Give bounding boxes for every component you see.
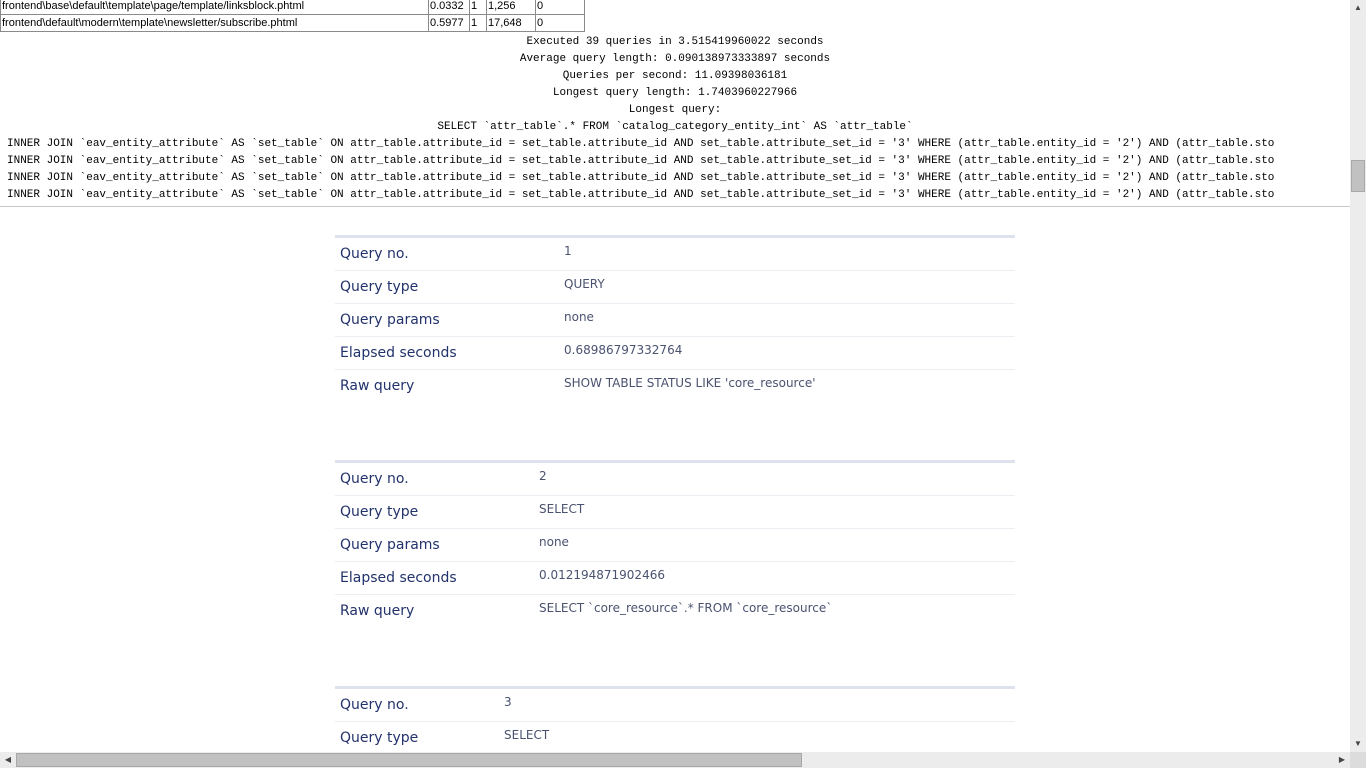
query-no-value: 1 [564,244,572,258]
template-profiler-table: frontend\base\default\template\page/temp… [0,0,585,32]
raw-query-row: Raw query SELECT `core_resource`.* FROM … [335,595,1015,627]
scrollbar-corner [1350,752,1366,768]
query-type-row: Query type SELECT [335,496,1015,529]
query-params-row: Query params none [335,529,1015,562]
template-count-cell: 1 [469,0,487,15]
template-time-cell: 0.0332 [428,0,470,15]
query-type-value: QUERY [564,277,605,291]
raw-query-row: Raw query SHOW TABLE STATUS LIKE 'core_r… [335,370,1015,402]
horizontal-scroll-thumb[interactable] [16,753,802,767]
scroll-left-arrow-icon[interactable]: ◀ [0,752,16,768]
queries-per-second-text: Queries per second: 11.09398036181 [562,70,788,82]
query-params-value: none [539,535,569,549]
executed-queries-text: Executed 39 queries in 3.515419960022 se… [526,36,824,48]
raw-query-label: Raw query [340,603,415,619]
query-no-label: Query no. [340,697,409,713]
join-line: INNER JOIN `eav_entity_attribute` AS `se… [7,172,1275,184]
query-detail-block: Query no. 3 Query type SELECT [335,686,1015,754]
elapsed-seconds-row: Elapsed seconds 0.012194871902466 [335,562,1015,595]
join-line: INNER JOIN `eav_entity_attribute` AS `se… [7,138,1275,150]
query-type-row: Query type SELECT [335,722,1015,754]
average-query-length-text: Average query length: 0.090138973333897 … [519,53,831,65]
query-no-row: Query no. 3 [335,689,1015,722]
raw-query-value: SHOW TABLE STATUS LIKE 'core_resource' [564,376,816,390]
table-row: frontend\base\default\template\page/temp… [0,0,585,15]
raw-query-value: SELECT `core_resource`.* FROM `core_reso… [539,601,833,615]
elapsed-seconds-label: Elapsed seconds [340,345,457,361]
query-no-row: Query no. 1 [335,238,1015,271]
query-no-row: Query no. 2 [335,463,1015,496]
template-extra-cell: 0 [535,0,585,15]
query-type-label: Query type [340,730,419,746]
scroll-right-arrow-icon[interactable]: ▶ [1334,752,1350,768]
longest-query-length-text: Longest query length: 1.7403960227966 [552,87,798,99]
query-params-value: none [564,310,594,324]
elapsed-seconds-row: Elapsed seconds 0.68986797332764 [335,337,1015,370]
vertical-scrollbar[interactable]: ▲ ▼ [1350,0,1366,752]
query-no-label: Query no. [340,471,409,487]
query-params-label: Query params [340,537,440,553]
query-detail-block: Query no. 2 Query type SELECT Query para… [335,460,1015,627]
query-type-value: SELECT [504,728,550,742]
query-stats-summary: Executed 39 queries in 3.515419960022 se… [0,34,1350,136]
query-type-label: Query type [340,279,419,295]
raw-query-label: Raw query [340,378,415,394]
table-row: frontend\default\modern\template\newslet… [0,14,585,32]
horizontal-scrollbar[interactable]: ◀ ▶ [0,752,1350,768]
longest-query-label: Longest query: [628,104,722,116]
query-type-label: Query type [340,504,419,520]
longest-query-select: SELECT `attr_table`.* FROM `catalog_cate… [437,121,913,133]
query-params-label: Query params [340,312,440,328]
elapsed-seconds-label: Elapsed seconds [340,570,457,586]
template-file-cell: frontend\default\modern\template\newslet… [0,14,429,32]
elapsed-seconds-value: 0.68986797332764 [564,343,683,357]
scroll-up-arrow-icon[interactable]: ▲ [1350,0,1366,16]
template-memory-cell: 17,648 [486,14,536,32]
query-detail-block: Query no. 1 Query type QUERY Query param… [335,235,1015,402]
vertical-scroll-thumb[interactable] [1351,160,1365,192]
join-line: INNER JOIN `eav_entity_attribute` AS `se… [7,189,1275,201]
query-type-value: SELECT [539,502,585,516]
template-memory-cell: 1,256 [486,0,536,15]
template-file-cell: frontend\base\default\template\page/temp… [0,0,429,15]
template-count-cell: 1 [469,14,487,32]
divider [0,206,1350,207]
template-time-cell: 0.5977 [428,14,470,32]
template-extra-cell: 0 [535,14,585,32]
query-no-label: Query no. [340,246,409,262]
query-no-value: 2 [539,469,547,483]
query-params-row: Query params none [335,304,1015,337]
join-line: INNER JOIN `eav_entity_attribute` AS `se… [7,155,1275,167]
query-type-row: Query type QUERY [335,271,1015,304]
scroll-down-arrow-icon[interactable]: ▼ [1350,736,1366,752]
elapsed-seconds-value: 0.012194871902466 [539,568,665,582]
query-no-value: 3 [504,695,512,709]
longest-query-joins: INNER JOIN `eav_entity_attribute` AS `se… [7,136,1350,204]
